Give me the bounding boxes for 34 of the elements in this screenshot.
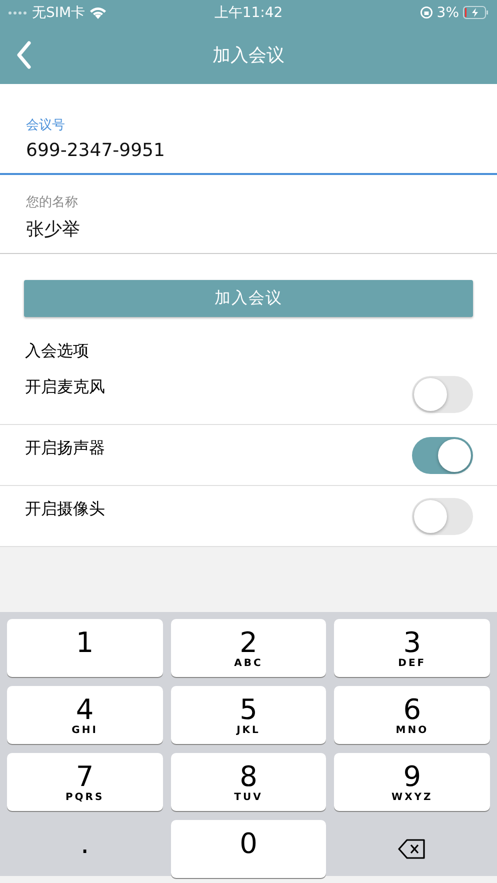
keypad-key[interactable]: 3 DEF xyxy=(334,619,490,677)
carrier-text: 无SIM卡 xyxy=(32,4,86,22)
battery-percent: 3% xyxy=(436,4,459,20)
option-label: 开启麦克风 xyxy=(25,376,106,398)
wifi-icon xyxy=(89,6,108,19)
toggle-switch[interactable] xyxy=(412,376,473,412)
page-title: 加入会议 xyxy=(212,44,284,66)
keypad-key[interactable]: 7 PQRS xyxy=(7,753,163,811)
text-field[interactable]: 您的名称 张少举 xyxy=(0,175,497,254)
keypad-key[interactable]: . xyxy=(7,820,163,878)
keypad-key[interactable]: 4 GHI xyxy=(7,686,163,744)
option-label: 开启扬声器 xyxy=(25,438,106,458)
battery-icon xyxy=(463,6,489,19)
rotation-lock-icon xyxy=(420,6,433,19)
keypad-key[interactable]: 9 WXYZ xyxy=(334,753,490,811)
keypad-key[interactable]: 8 TUV xyxy=(170,753,326,811)
back-icon xyxy=(16,40,32,68)
keypad-key[interactable]: 2 ABC xyxy=(170,619,326,677)
field-value: 张少举 xyxy=(26,218,81,241)
keypad-key[interactable]: 5 JKL xyxy=(170,686,326,744)
toggle-switch[interactable] xyxy=(412,498,473,534)
keypad-key[interactable]: 0 xyxy=(170,820,326,878)
keypad-key[interactable]: 6 MNO xyxy=(334,686,490,744)
toggle-switch[interactable] xyxy=(412,436,473,474)
field-label: 您的名称 xyxy=(26,194,78,211)
keypad-key[interactable]: 1 xyxy=(7,619,163,677)
section-title: 入会选项 xyxy=(24,340,90,362)
text-field[interactable]: 会议号 699-2347-9951 xyxy=(0,84,497,175)
delete-icon xyxy=(398,839,426,859)
signal-icon xyxy=(8,10,28,14)
status-time: 上午11:42 xyxy=(214,4,283,22)
field-label: 会议号 xyxy=(26,117,65,134)
field-value: 699-2347-9951 xyxy=(26,140,166,161)
option-label: 开启摄像头 xyxy=(25,498,106,520)
